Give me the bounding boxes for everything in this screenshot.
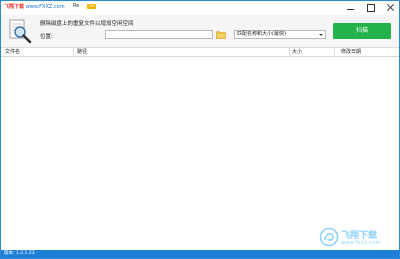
magnifier-document-icon — [9, 19, 32, 44]
match-mode-select[interactable]: 匹配名称和大小(最快) — [234, 30, 326, 39]
column-divider[interactable] — [289, 48, 290, 57]
chevron-down-icon — [319, 34, 323, 36]
watermark-logo: 飞翔下载 www.fxxz.com — [319, 226, 394, 250]
version-text: 版本: 1.2.1.23 — [4, 251, 35, 256]
table-header: 文件名 路径 大小 修改日期 — [1, 48, 399, 57]
scan-button[interactable]: 扫描 — [333, 23, 391, 39]
folder-browse-icon[interactable] — [216, 30, 226, 39]
match-mode-value: 匹配名称和大小(最快) — [237, 31, 286, 37]
location-input[interactable] — [105, 30, 213, 39]
title-watermark: 飞翔下载 www.FXXZ.com — [4, 3, 65, 10]
description-text: 删除磁盘上的重复文件以增加空闲空间 — [40, 21, 134, 27]
window-title: Re — [73, 3, 80, 9]
column-divider[interactable] — [334, 48, 335, 57]
column-divider[interactable] — [73, 48, 74, 57]
watermark-brand: 飞翔下载 — [4, 4, 25, 10]
status-bar: 版本: 1.2.1.23 — [1, 250, 399, 258]
column-header-modified[interactable]: 修改日期 — [341, 49, 361, 56]
column-header-path[interactable]: 路径 — [77, 49, 87, 56]
close-button[interactable] — [386, 3, 395, 12]
header-panel: 删除磁盘上的重复文件以增加空闲空间 位置: 匹配名称和大小(最快) 扫描 — [1, 15, 399, 48]
pro-badge: Pro — [87, 4, 96, 9]
column-header-size[interactable]: 大小 — [292, 49, 302, 56]
maximize-button[interactable] — [366, 3, 375, 12]
app-window: 飞翔下载 www.FXXZ.com Re Pro 删除磁盘上的重复文件以增加空闲… — [0, 0, 400, 259]
minimize-button[interactable] — [346, 3, 355, 12]
results-table[interactable]: 文件名 路径 大小 修改日期 — [1, 48, 399, 248]
location-label: 位置: — [40, 34, 53, 40]
window-controls — [346, 2, 395, 13]
title-bar[interactable]: 飞翔下载 www.FXXZ.com Re Pro — [1, 1, 399, 15]
swirl-logo-icon — [319, 227, 339, 247]
watermark-site: www.FXXZ.com — [25, 4, 65, 10]
column-header-filename[interactable]: 文件名 — [5, 49, 20, 56]
watermark-url: www.fxxz.com — [341, 240, 381, 246]
